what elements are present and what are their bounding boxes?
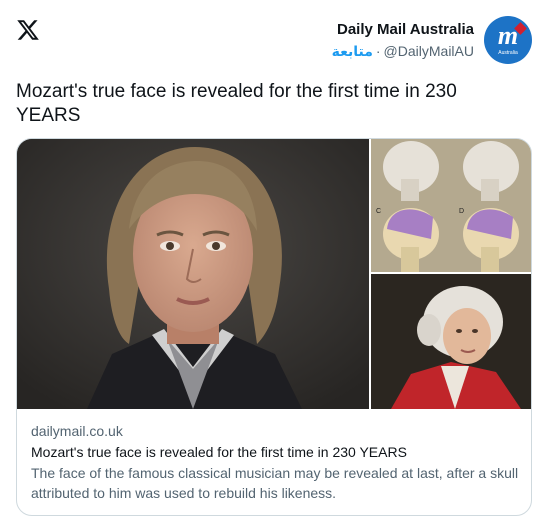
card-media[interactable]: C D	[17, 139, 531, 409]
card-info[interactable]: dailymail.co.uk Mozart's true face is re…	[17, 410, 531, 503]
card-domain: dailymail.co.uk	[31, 423, 123, 439]
avatar-subtitle: Australia	[498, 50, 518, 56]
card-description: The face of the famous classical musicia…	[31, 465, 519, 501]
reconstructed-face-image	[17, 139, 369, 409]
card-title: Mozart's true face is revealed for the f…	[31, 444, 407, 460]
link-card[interactable]: C D dailymail.co.uk Mozart's true face i…	[16, 138, 532, 516]
skull-reconstruction-image: C D	[371, 139, 531, 272]
mozart-portrait-image	[371, 274, 531, 409]
reconstructed-face-illustration	[17, 139, 369, 409]
display-name[interactable]: Daily Mail Australia	[332, 21, 474, 39]
follow-button[interactable]: متابعة	[332, 43, 373, 59]
x-logo-icon[interactable]	[16, 18, 40, 42]
portrait-illustration	[371, 274, 531, 409]
tweet-text: Mozart's true face is revealed for the f…	[16, 81, 457, 126]
account-text: Daily Mail Australia متابعة · @DailyMailAU	[332, 16, 474, 61]
skull-panels-illustration: C D	[371, 139, 531, 272]
panel-label-c: C	[376, 208, 381, 215]
panel-label-d: D	[459, 208, 464, 215]
separator-dot: ·	[375, 43, 381, 59]
meta-line: متابعة · @DailyMailAU	[332, 41, 474, 61]
account-header: Daily Mail Australia متابعة · @DailyMailAU…	[332, 16, 532, 64]
handle[interactable]: @DailyMailAU	[384, 43, 474, 59]
avatar[interactable]: m Australia	[484, 16, 532, 64]
